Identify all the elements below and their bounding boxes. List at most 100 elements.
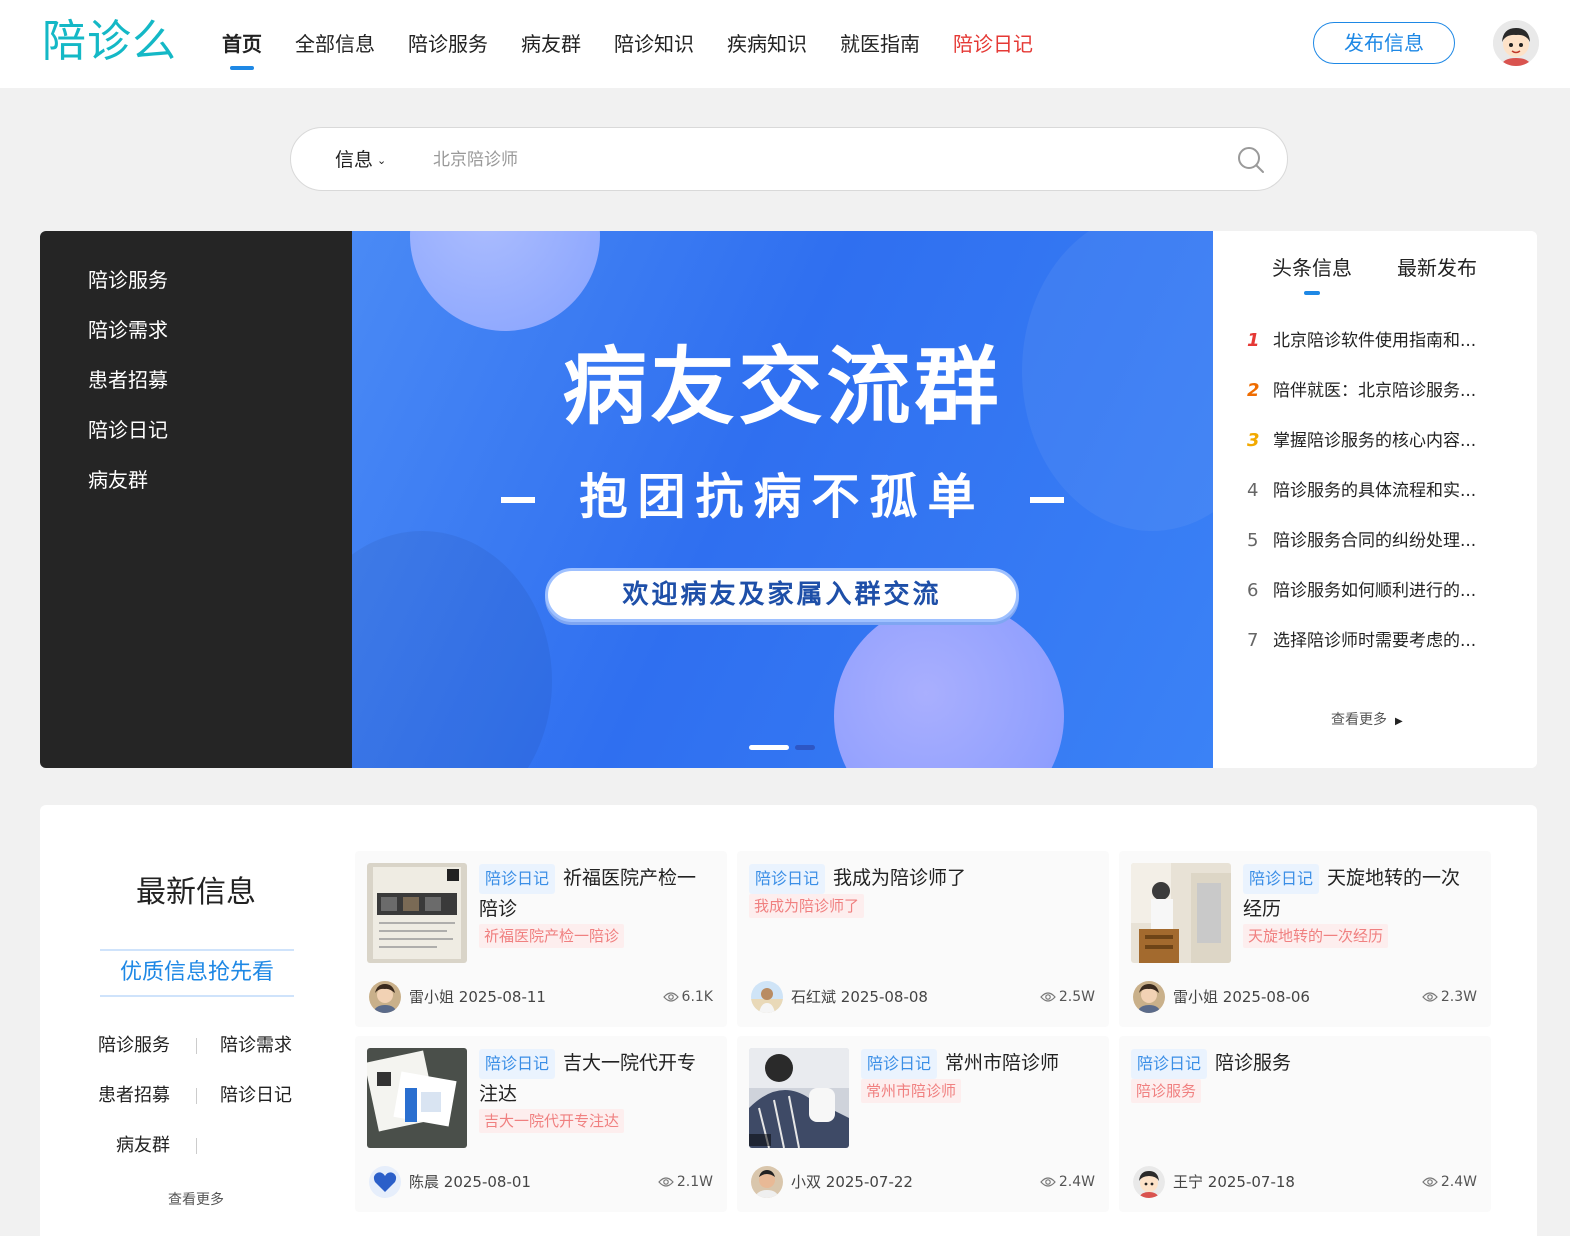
card-author: 王宁 2025-07-18	[1173, 1171, 1295, 1193]
banner-subtitle: 抱团抗病不孤单	[579, 469, 986, 525]
divider	[196, 1138, 197, 1154]
info-card[interactable]: 陪诊日记 常州市陪诊师 常州市陪诊师 小双 2025-07-22 2.4W	[737, 1036, 1109, 1212]
post-date: 2025-08-01	[443, 1173, 531, 1191]
news-item[interactable]: 3 掌握陪诊服务的核心内容...	[1247, 426, 1507, 454]
card-text: 陪诊日记 祈福医院产检一陪诊 祈福医院产检一陪诊	[479, 863, 715, 948]
nav-medical-guide[interactable]: 就医指南	[840, 28, 920, 60]
nav-escort-service[interactable]: 陪诊服务	[408, 28, 488, 60]
category-escort-diary[interactable]: 陪诊日记	[88, 416, 168, 444]
post-date: 2025-07-22	[825, 1173, 913, 1191]
card-views: 2.4W	[1422, 1171, 1477, 1193]
card-title: 常州市陪诊师	[945, 1052, 1060, 1074]
latest-category-escort-service[interactable]: 陪诊服务	[98, 1033, 170, 1059]
tab-headlines[interactable]: 头条信息	[1272, 253, 1352, 295]
card-text: 陪诊日记 常州市陪诊师 常州市陪诊师	[861, 1048, 1097, 1103]
card-subtag: 祈福医院产检一陪诊	[479, 924, 625, 948]
author-name: 小双	[791, 1173, 822, 1191]
eye-icon	[1422, 1177, 1438, 1187]
card-tag: 陪诊日记	[1243, 864, 1320, 894]
category-patient-group[interactable]: 病友群	[88, 466, 148, 494]
category-escort-demand[interactable]: 陪诊需求	[88, 316, 168, 344]
user-avatar-icon	[1493, 20, 1539, 66]
banner-decoration	[410, 231, 600, 331]
tab-latest[interactable]: 最新发布	[1397, 253, 1477, 283]
latest-category-escort-diary[interactable]: 陪诊日记	[220, 1083, 292, 1109]
latest-category-escort-demand[interactable]: 陪诊需求	[220, 1033, 292, 1059]
card-subtag: 天旋地转的一次经历	[1243, 924, 1389, 948]
banner-title: 病友交流群	[562, 338, 1003, 436]
nav-escort-diary[interactable]: 陪诊日记	[953, 28, 1033, 60]
card-thumbnail	[367, 863, 467, 963]
author-avatar	[1133, 1166, 1165, 1198]
post-date: 2025-08-06	[1222, 988, 1310, 1006]
info-card[interactable]: 陪诊日记 吉大一院代开专注达 吉大一院代开专注达 陈晨 2025-08-01 2.…	[355, 1036, 727, 1212]
card-thumbnail	[367, 1048, 467, 1148]
nav-home[interactable]: 首页	[222, 28, 262, 70]
news-rank: 1	[1247, 330, 1260, 351]
info-card[interactable]: 陪诊日记 祈福医院产检一陪诊 祈福医院产检一陪诊 雷小姐 2025-08-11 6…	[355, 851, 727, 1027]
author-avatar	[369, 981, 401, 1013]
post-date: 2025-08-11	[458, 988, 546, 1006]
info-card[interactable]: 陪诊日记 天旋地转的一次经历 天旋地转的一次经历 雷小姐 2025-08-06 2…	[1119, 851, 1491, 1027]
card-author: 雷小姐 2025-08-06	[1173, 986, 1310, 1008]
news-item[interactable]: 4 陪诊服务的具体流程和实...	[1247, 476, 1507, 504]
news-rank: 4	[1247, 480, 1259, 501]
search-icon[interactable]	[1237, 146, 1265, 174]
document-photo-icon	[367, 863, 467, 963]
nav-disease-knowledge[interactable]: 疾病知识	[727, 28, 807, 60]
latest-category-patient-group[interactable]: 病友群	[116, 1133, 170, 1159]
latest-more-link[interactable]: 查看更多	[40, 1189, 352, 1209]
headline-more-link[interactable]: 查看更多 ▶	[1331, 709, 1403, 729]
eye-icon	[658, 1177, 674, 1187]
user-avatar[interactable]	[1493, 20, 1539, 66]
card-tag: 陪诊日记	[479, 1049, 556, 1079]
card-title-line: 陪诊日记 我成为陪诊师了	[749, 863, 1097, 894]
card-author: 雷小姐 2025-08-11	[409, 986, 546, 1008]
news-item[interactable]: 7 选择陪诊师时需要考虑的...	[1247, 626, 1507, 654]
avatar-icon	[369, 1166, 401, 1198]
category-patient-recruit[interactable]: 患者招募	[88, 366, 168, 394]
site-logo[interactable]: 陪诊么	[42, 14, 177, 70]
author-name: 雷小姐	[1173, 988, 1219, 1006]
author-avatar	[751, 1166, 783, 1198]
info-card[interactable]: 陪诊日记 我成为陪诊师了 我成为陪诊师了 石红斌 2025-08-08 2.5W	[737, 851, 1109, 1027]
card-footer: 雷小姐 2025-08-11 6.1K	[369, 981, 713, 1013]
divider	[196, 1088, 197, 1104]
card-footer: 石红斌 2025-08-08 2.5W	[751, 981, 1095, 1013]
news-item[interactable]: 2 陪伴就医：北京陪诊服务...	[1247, 376, 1507, 404]
main-nav: 首页 全部信息 陪诊服务 病友群 陪诊知识 疾病知识 就医指南 陪诊日记	[222, 28, 1066, 70]
card-footer: 王宁 2025-07-18 2.4W	[1133, 1166, 1477, 1198]
card-views: 2.4W	[1040, 1171, 1095, 1193]
category-escort-service[interactable]: 陪诊服务	[88, 266, 168, 294]
latest-category-patient-recruit[interactable]: 患者招募	[98, 1083, 170, 1109]
card-text: 陪诊日记 我成为陪诊师了 我成为陪诊师了	[749, 863, 1097, 918]
nav-escort-knowledge[interactable]: 陪诊知识	[614, 28, 694, 60]
banner-carousel[interactable]: 病友交流群 抱团抗病不孤单 欢迎病友及家属入群交流	[352, 231, 1213, 768]
card-thumbnail	[1131, 863, 1231, 963]
patient-photo-icon	[749, 1048, 849, 1148]
news-rank: 2	[1247, 380, 1260, 401]
publish-button[interactable]: 发布信息	[1313, 22, 1455, 64]
card-title-line: 陪诊日记 陪诊服务	[1131, 1048, 1479, 1079]
author-avatar	[1133, 981, 1165, 1013]
banner-decoration	[834, 601, 1064, 768]
avatar-icon	[751, 1166, 783, 1198]
carousel-indicators	[749, 745, 821, 750]
carousel-dot-2[interactable]	[795, 745, 815, 750]
news-item[interactable]: 5 陪诊服务合同的纠纷处理...	[1247, 526, 1507, 554]
search-input[interactable]	[433, 142, 1213, 178]
news-item[interactable]: 6 陪诊服务如何顺利进行的...	[1247, 576, 1507, 604]
carousel-dot-1[interactable]	[749, 745, 789, 750]
card-tag: 陪诊日记	[479, 864, 556, 894]
card-views: 6.1K	[662, 986, 713, 1008]
search-type-select[interactable]: 信息 ⌄	[335, 146, 386, 175]
post-date: 2025-08-08	[840, 988, 928, 1006]
nav-patient-group[interactable]: 病友群	[521, 28, 581, 60]
author-name: 雷小姐	[409, 988, 455, 1006]
news-item[interactable]: 1 北京陪诊软件使用指南和...	[1247, 326, 1507, 354]
info-card[interactable]: 陪诊日记 陪诊服务 陪诊服务 王宁 2025-07-18 2.4W	[1119, 1036, 1491, 1212]
eye-icon	[1040, 992, 1056, 1002]
nav-all-info[interactable]: 全部信息	[295, 28, 375, 60]
card-subtag: 常州市陪诊师	[861, 1079, 962, 1103]
news-rank: 6	[1247, 580, 1259, 601]
